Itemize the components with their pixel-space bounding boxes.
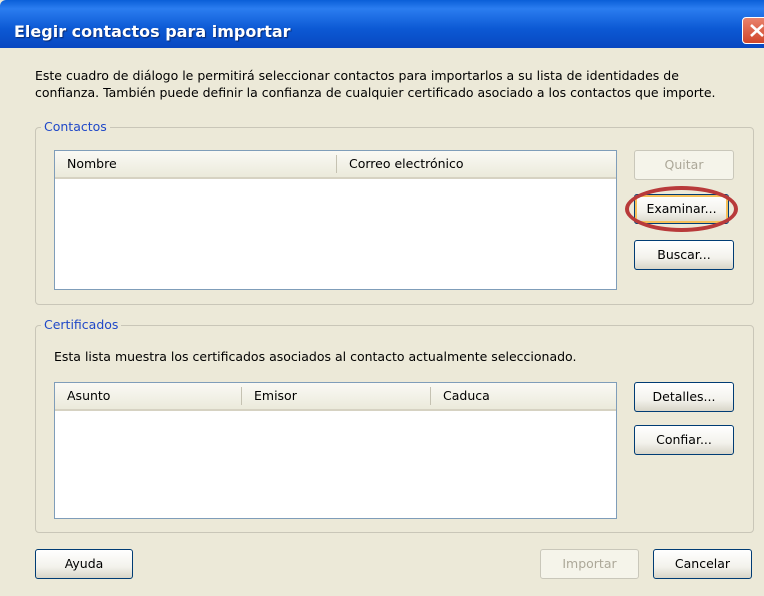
help-button[interactable]: Ayuda — [35, 549, 133, 579]
column-header-name[interactable]: Nombre — [55, 151, 336, 177]
remove-button[interactable]: Quitar — [634, 150, 734, 180]
search-button[interactable]: Buscar... — [634, 240, 734, 270]
contacts-group-label: Contactos — [41, 119, 110, 134]
close-icon — [750, 24, 764, 37]
dialog-window: Elegir contactos para importar Este cuad… — [0, 0, 764, 596]
browse-button[interactable]: Examinar... — [634, 194, 729, 224]
contacts-list-header: Nombre Correo electrónico — [55, 151, 616, 179]
cancel-button[interactable]: Cancelar — [653, 549, 752, 579]
details-button[interactable]: Detalles... — [634, 382, 734, 412]
intro-text: Este cuadro de diálogo le permitirá sele… — [35, 68, 716, 100]
certificates-group-label: Certificados — [41, 317, 122, 332]
import-button[interactable]: Importar — [540, 549, 639, 579]
column-header-issuer[interactable]: Emisor — [242, 383, 430, 409]
certificates-description: Esta lista muestra los certificados asoc… — [54, 349, 577, 364]
column-header-expires[interactable]: Caduca — [431, 383, 616, 409]
column-header-subject[interactable]: Asunto — [55, 383, 241, 409]
certificates-list-header: Asunto Emisor Caduca — [55, 383, 616, 411]
close-button[interactable] — [742, 17, 764, 44]
title-bar[interactable]: Elegir contactos para importar — [0, 0, 764, 48]
trust-button[interactable]: Confiar... — [634, 425, 734, 455]
certificates-list[interactable]: Asunto Emisor Caduca — [54, 382, 617, 519]
contacts-list[interactable]: Nombre Correo electrónico — [54, 150, 617, 290]
column-header-email[interactable]: Correo electrónico — [337, 151, 616, 177]
window-title: Elegir contactos para importar — [14, 22, 291, 41]
